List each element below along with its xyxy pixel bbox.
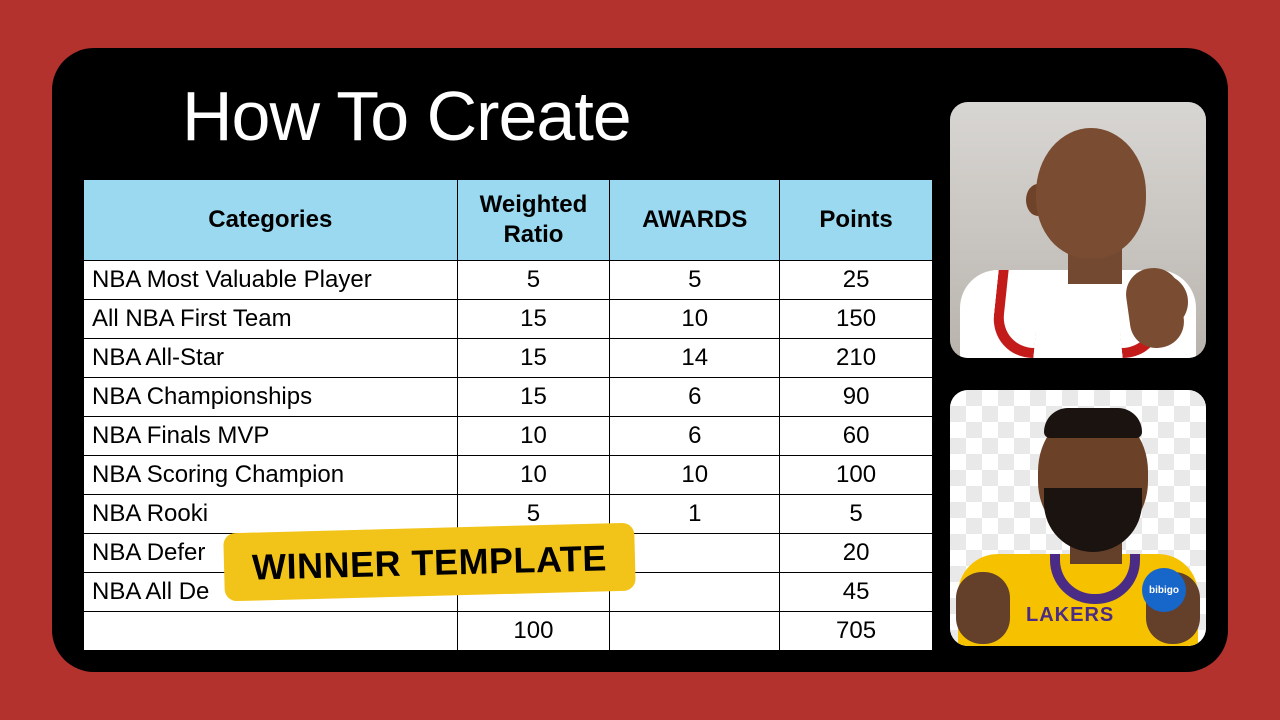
cell-points: 150 <box>780 300 933 339</box>
cell-awards <box>610 612 780 651</box>
cell-points: 90 <box>780 378 933 417</box>
cell-ratio: 5 <box>457 261 610 300</box>
cell-category <box>84 612 458 651</box>
player-photo-bottom: LAKERS bibigo <box>950 390 1206 646</box>
sponsor-patch: bibigo <box>1142 568 1186 612</box>
table-row: NBA Finals MVP10660 <box>84 417 933 456</box>
header-categories: Categories <box>84 180 458 261</box>
cell-category: NBA Finals MVP <box>84 417 458 456</box>
cell-awards: 5 <box>610 261 780 300</box>
header-awards: AWARDS <box>610 180 780 261</box>
header-points: Points <box>780 180 933 261</box>
table-row: NBA Most Valuable Player5525 <box>84 261 933 300</box>
table-row: NBA All-Star1514210 <box>84 339 933 378</box>
cell-awards: 6 <box>610 378 780 417</box>
cell-points: 210 <box>780 339 933 378</box>
cell-category: NBA Most Valuable Player <box>84 261 458 300</box>
cell-points: 20 <box>780 534 933 573</box>
table-header-row: Categories Weighted Ratio AWARDS Points <box>84 180 933 261</box>
cell-category: NBA All-Star <box>84 339 458 378</box>
cell-ratio: 100 <box>457 612 610 651</box>
cell-awards: 10 <box>610 456 780 495</box>
cell-category: All NBA First Team <box>84 300 458 339</box>
player-photo-top <box>950 102 1206 358</box>
cell-points: 705 <box>780 612 933 651</box>
cell-points: 5 <box>780 495 933 534</box>
cell-ratio: 15 <box>457 339 610 378</box>
cell-category: NBA Scoring Champion <box>84 456 458 495</box>
winner-template-badge: WINNER TEMPLATE <box>223 523 635 602</box>
header-weighted-ratio: Weighted Ratio <box>457 180 610 261</box>
table-row: NBA Championships15690 <box>84 378 933 417</box>
cell-category: NBA Rooki <box>84 495 458 534</box>
cell-ratio: 15 <box>457 378 610 417</box>
cell-ratio: 10 <box>457 417 610 456</box>
cell-awards: 10 <box>610 300 780 339</box>
cell-awards <box>610 534 780 573</box>
table-total-row: 100 705 <box>84 612 933 651</box>
cell-points: 100 <box>780 456 933 495</box>
cell-points: 60 <box>780 417 933 456</box>
cell-points: 45 <box>780 573 933 612</box>
cell-awards: 14 <box>610 339 780 378</box>
cell-ratio: 15 <box>457 300 610 339</box>
jersey-text: LAKERS <box>1026 604 1114 627</box>
table-row: All NBA First Team1510150 <box>84 300 933 339</box>
table-row: NBA Scoring Champion1010100 <box>84 456 933 495</box>
cell-awards: 1 <box>610 495 780 534</box>
cell-points: 25 <box>780 261 933 300</box>
cell-ratio: 10 <box>457 456 610 495</box>
cell-awards: 6 <box>610 417 780 456</box>
cell-category: NBA Championships <box>84 378 458 417</box>
thumbnail-card: How To Create Categories Weighted Ratio … <box>52 48 1228 672</box>
